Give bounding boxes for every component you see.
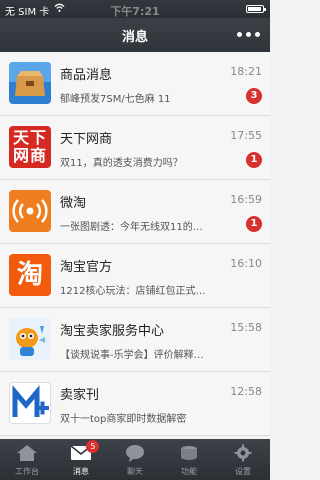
m-plus-logo-icon: [9, 382, 51, 424]
unread-badge: 1: [246, 216, 262, 232]
tab-functions[interactable]: 功能: [162, 439, 216, 480]
unread-badge: 1: [246, 152, 262, 168]
functions-icon: [181, 446, 197, 460]
mascot-icon: [9, 318, 51, 360]
message-time: 16:10: [230, 257, 262, 270]
message-time: 16:59: [230, 193, 262, 206]
tab-chat[interactable]: 聊天: [108, 439, 162, 480]
tab-workbench[interactable]: 工作台: [0, 439, 54, 480]
more-options-button[interactable]: [237, 32, 260, 37]
list-item[interactable]: 商品消息 18:21 郁峰预发7SM/七色麻 11 3: [0, 52, 270, 116]
clock: 下午7:21: [110, 5, 160, 18]
tab-label: 工作台: [15, 467, 39, 476]
list-item[interactable]: 天下网商 天下网商 17:55 双11，真的透支消费力吗？ 1: [0, 116, 270, 180]
list-item[interactable]: 微淘 16:59 一张图剧透：今年无线双11的… 1: [0, 180, 270, 244]
message-time: 12:58: [230, 385, 262, 398]
tab-label: 功能: [181, 467, 197, 476]
contact-name: 微淘: [60, 196, 87, 211]
logo-text: 淘: [16, 260, 43, 290]
message-list[interactable]: 商品消息 18:21 郁峰预发7SM/七色麻 11 3 天下网商 天下网商 17…: [0, 52, 270, 439]
status-bar: 无 SIM 卡 下午7:21: [0, 0, 270, 18]
message-preview: 双十一top商家即时数据解密: [60, 414, 187, 425]
message-time: 18:21: [230, 65, 262, 78]
message-preview: 双11，真的透支消费力吗？: [60, 158, 183, 169]
tab-label: 聊天: [127, 467, 143, 476]
page-title: 消息: [121, 30, 148, 45]
tab-bar: 工作台 5 消息 聊天 功能 设置: [0, 439, 270, 480]
message-time: 17:55: [230, 129, 262, 142]
message-preview: 郁峰预发7SM/七色麻 11: [60, 94, 171, 105]
message-time: 15:58: [230, 321, 262, 334]
list-item[interactable]: 淘宝卖家服务中心 15:58 【谈规说事-乐学会】评价解释…: [0, 308, 270, 372]
logo-text: 天下网商: [12, 128, 47, 165]
message-preview: 【谈规说事-乐学会】评价解释…: [60, 350, 204, 361]
contact-name: 卖家刊: [60, 388, 100, 403]
unread-badge: 3: [246, 88, 262, 104]
contact-name: 天下网商: [60, 132, 113, 147]
tab-settings[interactable]: 设置: [216, 439, 270, 480]
contact-name: 淘宝卖家服务中心: [60, 324, 165, 339]
workbench-icon: [17, 445, 37, 461]
gear-icon: [234, 444, 252, 462]
tab-label: 设置: [235, 467, 251, 476]
tab-messages[interactable]: 5 消息: [54, 439, 108, 480]
message-preview: 一张图剧透：今年无线双11的…: [60, 222, 203, 233]
contact-name: 淘宝官方: [60, 260, 113, 275]
contact-name: 商品消息: [60, 68, 113, 83]
battery-icon: [246, 5, 266, 13]
tianxia-logo-icon: 天下网商: [9, 126, 51, 168]
tab-badge: 5: [86, 440, 100, 453]
chat-icon: [126, 445, 144, 462]
list-item[interactable]: 卖家刊 12:58 双十一top商家即时数据解密: [0, 372, 270, 436]
broadcast-icon: [9, 190, 51, 232]
message-preview: 1212核心玩法：店铺红包正式…: [60, 286, 206, 297]
nav-bar: 消息: [0, 18, 270, 52]
tab-label: 消息: [73, 467, 89, 476]
package-icon: [9, 62, 51, 104]
list-item[interactable]: 淘 淘宝官方 16:10 1212核心玩法：店铺红包正式…: [0, 244, 270, 308]
taobao-logo-icon: 淘: [9, 254, 51, 296]
